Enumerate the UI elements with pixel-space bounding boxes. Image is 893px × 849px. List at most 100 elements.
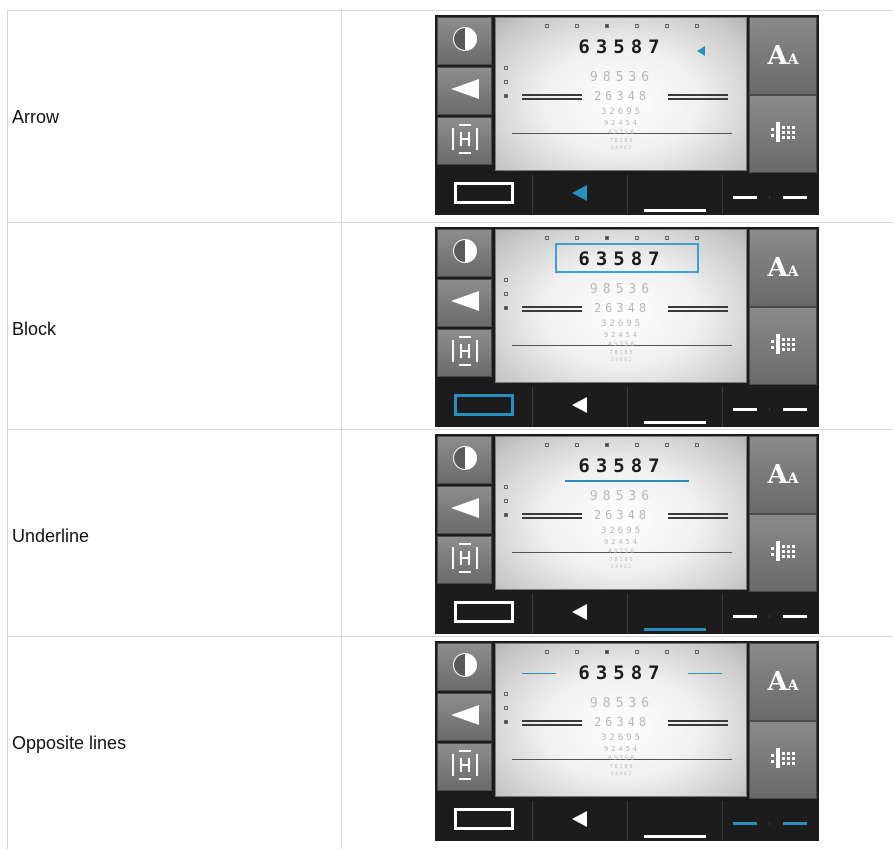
opposite-lines-style-button[interactable]	[722, 594, 816, 634]
chart-line-8: 34962	[610, 771, 634, 776]
arrow-left-icon	[449, 496, 481, 525]
chart-line-6: 43756	[607, 755, 637, 762]
underline-style-button[interactable]	[627, 594, 721, 634]
chart-top-digits: 63587	[578, 455, 666, 477]
opposite-lines-style-button[interactable]	[722, 387, 816, 427]
chart-block-highlight	[555, 243, 699, 273]
text-size-small-letter: A	[787, 264, 799, 280]
split-h-icon	[451, 335, 478, 371]
text-size-button[interactable]: AA	[749, 17, 817, 95]
block-style-button[interactable]	[437, 594, 531, 634]
underline-highlight-icon	[643, 385, 706, 427]
arrow-highlight-icon	[571, 603, 588, 625]
split-h-button[interactable]	[437, 743, 492, 791]
chart-marker-square	[575, 443, 579, 447]
underline-highlight-icon	[643, 799, 706, 841]
arrow-button[interactable]	[437, 693, 492, 741]
split-h-button[interactable]	[437, 329, 492, 377]
arrow-style-button[interactable]	[532, 387, 626, 427]
text-size-large-letter: A	[767, 41, 788, 71]
text-size-icon: AA	[767, 667, 798, 697]
text-size-small-letter: A	[787, 678, 799, 694]
grid-button[interactable]	[749, 721, 817, 799]
arrow-left-icon	[449, 77, 481, 106]
chart-line-7: 78185	[609, 557, 635, 563]
chart-marker-square	[605, 443, 609, 447]
contrast-button[interactable]	[437, 643, 492, 691]
chart-marker-square	[635, 650, 639, 654]
block-style-button[interactable]	[437, 801, 531, 841]
arrow-button[interactable]	[437, 67, 492, 115]
underline-highlight-icon	[643, 173, 706, 215]
device-screen: 63587 98536 26348 32695 92454 43756 7818…	[435, 434, 819, 634]
grid-button[interactable]	[749, 95, 817, 173]
contrast-button[interactable]	[437, 17, 492, 65]
chart-marker-square	[575, 24, 579, 28]
chart-line-5: 92454	[603, 331, 641, 339]
style-label: Opposite lines	[12, 732, 127, 753]
chart-marker-square	[575, 650, 579, 654]
chart-marker-square	[695, 24, 699, 28]
chart-marker-square	[545, 650, 549, 654]
arrow-style-button[interactable]	[532, 801, 626, 841]
chart-line-8: 34962	[610, 564, 634, 569]
contrast-button[interactable]	[437, 436, 492, 484]
chart-line-7: 78185	[609, 764, 635, 770]
chart-top-digits: 63587	[578, 36, 666, 58]
chart-marker-square	[575, 236, 579, 240]
style-row: Arrow 63587 98536 26348 32695 92454 4375…	[7, 10, 893, 223]
underline-style-button[interactable]	[627, 387, 721, 427]
chart-top-markers	[496, 24, 746, 28]
split-h-icon	[451, 123, 478, 159]
table-border	[7, 223, 8, 435]
arrow-style-button[interactable]	[532, 175, 626, 215]
block-highlight-icon	[454, 807, 514, 835]
split-h-button[interactable]	[437, 117, 492, 165]
underline-style-button[interactable]	[627, 175, 721, 215]
chart-marker-square	[545, 24, 549, 28]
text-size-icon: AA	[767, 41, 798, 71]
text-size-button[interactable]: AA	[749, 643, 817, 721]
chart-line-8: 34962	[610, 145, 634, 150]
contrast-icon	[452, 445, 478, 476]
text-size-icon: AA	[767, 253, 798, 283]
grid-button[interactable]	[749, 514, 817, 592]
split-h-button[interactable]	[437, 536, 492, 584]
chart-marker-square	[665, 24, 669, 28]
arrow-style-button[interactable]	[532, 594, 626, 634]
chart-line-2: 98536	[589, 489, 655, 504]
style-row: Block 63587 98536 26348 32695 92454 4375…	[7, 222, 893, 435]
arrow-button[interactable]	[437, 279, 492, 327]
style-label: Block	[12, 318, 57, 339]
block-style-button[interactable]	[437, 387, 531, 427]
opposite-lines-style-button[interactable]	[722, 801, 816, 841]
text-size-button[interactable]: AA	[749, 229, 817, 307]
contrast-button[interactable]	[437, 229, 492, 277]
chart-arrow-pointer-icon	[696, 43, 706, 61]
grid-button[interactable]	[749, 307, 817, 385]
block-highlight-icon	[454, 600, 514, 628]
chart-line-3: 26348	[593, 508, 651, 522]
column-divider	[341, 223, 342, 435]
style-row: Opposite lines 63587 98536 26348 32695 9…	[7, 636, 893, 849]
chart-underline-highlight	[565, 480, 689, 482]
text-size-button[interactable]: AA	[749, 436, 817, 514]
grid-icon	[771, 539, 795, 568]
chart-marker-square	[695, 443, 699, 447]
device-screen: 63587 98536 26348 32695 92454 43756 7818…	[435, 641, 819, 841]
chart-line-7: 78185	[609, 350, 635, 356]
arrow-button[interactable]	[437, 486, 492, 534]
arrow-left-icon	[449, 703, 481, 732]
opposite-lines-icon	[732, 186, 807, 210]
block-style-button[interactable]	[437, 175, 531, 215]
underline-style-button[interactable]	[627, 801, 721, 841]
chart-marker-square	[695, 650, 699, 654]
text-size-large-letter: A	[767, 460, 788, 490]
chart-line-8: 34962	[610, 357, 634, 362]
chart-top-markers	[496, 443, 746, 447]
chart-marker-square	[605, 24, 609, 28]
chart-marker-square	[635, 24, 639, 28]
chart-marker-square	[665, 236, 669, 240]
opposite-lines-style-button[interactable]	[722, 175, 816, 215]
split-h-icon	[451, 542, 478, 578]
